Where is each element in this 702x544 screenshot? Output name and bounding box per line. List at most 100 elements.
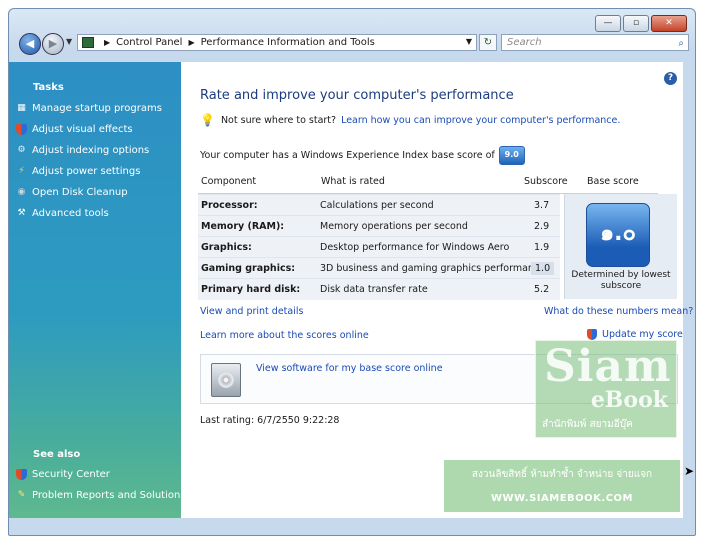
row-component: Gaming graphics: (201, 263, 296, 274)
disk-icon: ◉ (17, 187, 26, 197)
task-sidebar: Tasks ▦ Manage startup programs Adjust v… (9, 62, 186, 518)
update-score-button[interactable]: Update my score (587, 329, 683, 340)
row-component: Processor: (201, 200, 258, 211)
shield-icon (16, 469, 27, 480)
shield-icon (587, 329, 597, 340)
table-row: Primary hard disk: Disk data transfer ra… (198, 278, 560, 300)
sidebar-item-label: Security Center (32, 469, 110, 480)
back-button[interactable]: ◀ (19, 33, 41, 55)
software-box-icon (211, 363, 241, 397)
sidebar-item-label: Adjust visual effects (32, 124, 133, 135)
program-icon: ▦ (17, 103, 26, 113)
row-subscore: 3.7 (534, 200, 550, 211)
tip-line: 💡 Not sure where to start? Learn how you… (200, 113, 620, 127)
maximize-button[interactable]: ▫ (623, 15, 649, 32)
table-row: Graphics: Desktop performance for Window… (198, 236, 560, 258)
column-header-what-rated: What is rated (321, 176, 385, 187)
breadcrumb-control-panel[interactable]: Control Panel (116, 37, 182, 48)
sidebar-item-visual-effects[interactable]: Adjust visual effects (16, 124, 133, 135)
window-controls: — ▫ ✕ (595, 15, 687, 32)
mouse-cursor-icon: ➤ (684, 464, 695, 478)
watermark-logo: Siam eBook สำนักพิมพ์ สยามอีบุ๊ค (535, 340, 677, 438)
watermark-publisher: สำนักพิมพ์ สยามอีบุ๊ค (542, 419, 633, 430)
lightbulb-icon: 💡 (200, 113, 215, 127)
experience-index-badge-icon: 9.0 (498, 146, 525, 165)
column-header-base-score: Base score (587, 176, 639, 187)
base-score-tile: ๑.๐ (586, 203, 650, 267)
tasks-heading: Tasks (33, 82, 64, 93)
search-input[interactable]: Search ⌕ (501, 34, 689, 51)
last-rating: Last rating: 6/7/2550 9:22:28 (200, 415, 340, 426)
watermark-url: WWW.SIAMEBOOK.COM (491, 493, 633, 504)
sidebar-item-label: Advanced tools (32, 208, 109, 219)
base-score-panel: ๑.๐ Determined by lowest subscore (564, 194, 677, 299)
row-rated: 3D business and gaming graphics performa… (320, 263, 545, 274)
minimize-button[interactable]: — (595, 15, 621, 32)
table-row: Processor: Calculations per second 3.7 (198, 194, 560, 216)
sidebar-item-label: Adjust power settings (32, 166, 141, 177)
chevron-right-icon[interactable]: ▶ (188, 38, 194, 47)
address-dropdown-icon[interactable]: ▼ (466, 37, 472, 46)
sidebar-item-label: Problem Reports and Solutions (32, 490, 186, 501)
view-software-link[interactable]: View software for my base score online (256, 363, 443, 374)
base-score-line: Your computer has a Windows Experience I… (200, 146, 525, 165)
gear-icon: ⚙ (17, 145, 26, 155)
what-numbers-mean-link[interactable]: What do these numbers mean? (544, 306, 693, 317)
watermark-siam: Siam (544, 341, 672, 392)
row-subscore: 1.9 (534, 242, 550, 253)
help-icon[interactable]: ? (664, 72, 677, 85)
learn-more-scores-link[interactable]: Learn more about the scores online (200, 330, 369, 341)
close-button[interactable]: ✕ (651, 15, 687, 32)
view-print-details-link[interactable]: View and print details (200, 306, 303, 317)
navigation-bar: ◀ ▶ ▼ ▶ Control Panel ▶ Performance Info… (15, 31, 689, 55)
row-rated: Disk data transfer rate (320, 284, 428, 295)
row-rated: Desktop performance for Windows Aero (320, 242, 510, 253)
search-placeholder: Search (507, 37, 542, 48)
see-also-heading: See also (33, 449, 81, 460)
learn-improve-link[interactable]: Learn how you can improve your computer'… (341, 115, 620, 126)
tools-icon: ⚒ (17, 208, 26, 218)
table-row: Gaming graphics: 3D business and gaming … (198, 257, 560, 279)
page-title: Rate and improve your computer's perform… (200, 88, 514, 103)
address-bar[interactable]: ▶ Control Panel ▶ Performance Informatio… (77, 34, 477, 51)
row-component: Graphics: (201, 242, 252, 253)
sidebar-item-indexing-options[interactable]: ⚙ Adjust indexing options (16, 145, 149, 156)
row-subscore: 5.2 (534, 284, 550, 295)
control-panel-icon (82, 37, 94, 48)
shield-icon (16, 124, 27, 135)
sidebar-item-startup-programs[interactable]: ▦ Manage startup programs (16, 103, 162, 114)
power-icon: ⚡ (18, 166, 25, 176)
sidebar-item-label: Adjust indexing options (32, 145, 150, 156)
table-row: Memory (RAM): Memory operations per seco… (198, 215, 560, 237)
sidebar-item-label: Open Disk Cleanup (32, 187, 128, 198)
column-header-component: Component (201, 176, 257, 187)
recent-pages-dropdown-icon[interactable]: ▼ (66, 37, 72, 46)
forward-button[interactable]: ▶ (42, 33, 64, 55)
row-rated: Memory operations per second (320, 221, 468, 232)
watermark-strip: สงวนลิขสิทธิ์ ห้ามทำซ้ำ จำหน่าย จ่ายแจก … (444, 460, 680, 512)
row-subscore: 1.0 (531, 262, 555, 275)
sidebar-item-security-center[interactable]: Security Center (16, 469, 110, 480)
main-content: ? Rate and improve your computer's perfo… (181, 62, 693, 518)
sidebar-item-label: Manage startup programs (32, 103, 162, 114)
row-subscore: 2.9 (534, 221, 550, 232)
tip-text: Not sure where to start? (220, 114, 337, 126)
watermark-notice: สงวนลิขสิทธิ์ ห้ามทำซ้ำ จำหน่าย จ่ายแจก (471, 469, 653, 480)
breadcrumb-performance[interactable]: Performance Information and Tools (201, 37, 375, 48)
window-frame: — ▫ ✕ ◀ ▶ ▼ ▶ Control Panel ▶ Performanc… (8, 8, 696, 536)
update-score-label: Update my score (602, 329, 683, 340)
problem-icon: ✎ (17, 490, 26, 500)
base-score-text: Your computer has a Windows Experience I… (200, 150, 495, 161)
chevron-right-icon[interactable]: ▶ (104, 38, 110, 47)
refresh-button[interactable]: ↻ (479, 34, 497, 51)
row-rated: Calculations per second (320, 200, 434, 211)
sidebar-item-problem-reports[interactable]: ✎ Problem Reports and Solutions (16, 490, 186, 501)
row-component: Memory (RAM): (201, 221, 285, 232)
column-header-subscore: Subscore (524, 176, 568, 187)
watermark-ebook: eBook (590, 387, 668, 413)
sidebar-item-power-settings[interactable]: ⚡ Adjust power settings (16, 166, 140, 177)
row-component: Primary hard disk: (201, 284, 301, 295)
search-icon[interactable]: ⌕ (678, 36, 684, 51)
sidebar-item-advanced-tools[interactable]: ⚒ Advanced tools (16, 208, 109, 219)
sidebar-item-disk-cleanup[interactable]: ◉ Open Disk Cleanup (16, 187, 128, 198)
